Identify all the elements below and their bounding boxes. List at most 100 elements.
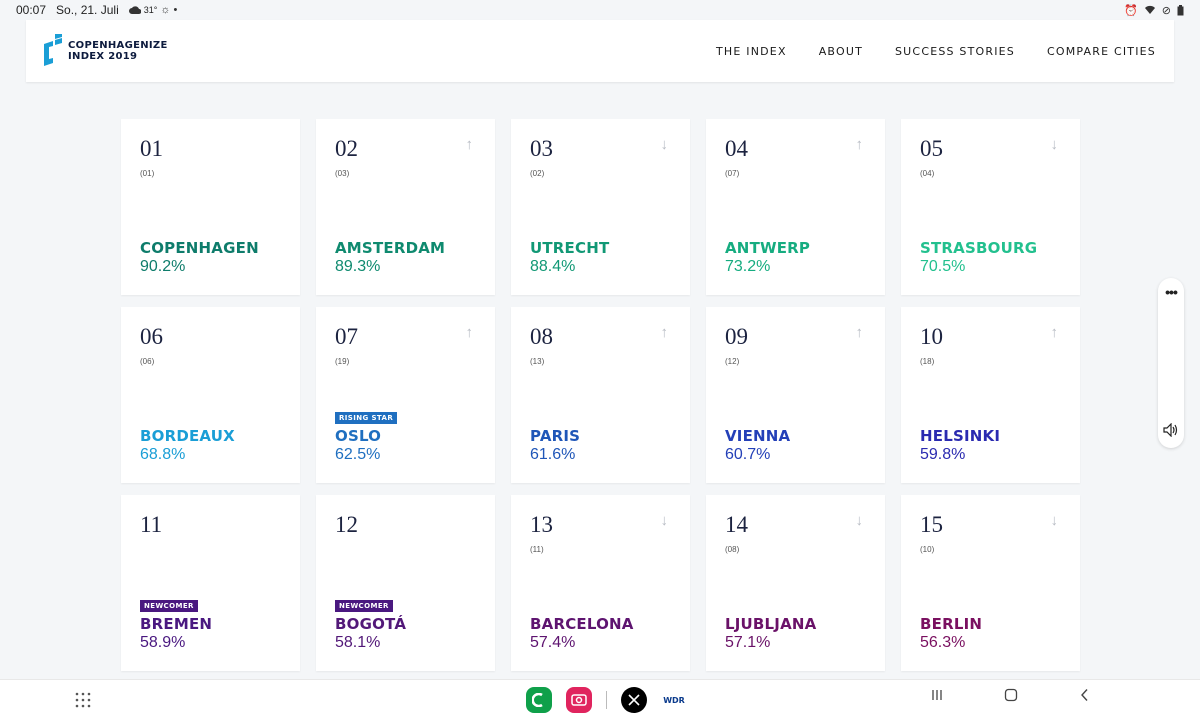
previous-rank: (12) [725,357,740,366]
rank-number: 10 [920,324,943,349]
cloud-icon [128,6,141,14]
city-card-paris[interactable]: 08 (13) ↑ PARIS 61.6% [511,307,690,483]
nav-about[interactable]: ABOUT [819,45,863,58]
status-date: So., 21. Juli [56,3,119,17]
city-card-amsterdam[interactable]: 02 (03) ↑ AMSTERDAM 89.3% [316,119,495,295]
notification-dot-icon: • [173,4,178,16]
city-card-bogotá[interactable]: 12 NEWCOMER BOGOTÁ 58.1% [316,495,495,671]
card-bottom: BARCELONA 57.4% [530,615,634,653]
city-name: OSLO [335,427,382,445]
rank-number: 14 [725,512,748,537]
city-score: 90.2% [140,258,186,275]
rank-down-arrow-icon: ↓ [1050,512,1059,529]
wdr-app-icon[interactable]: WDR [661,687,687,713]
city-name: STRASBOURG [920,239,1038,257]
no-sim-icon: ⊘ [1161,4,1171,17]
city-card-ljubljana[interactable]: 14 (08) ↓ LJUBLJANA 57.1% [706,495,885,671]
battery-icon [1177,4,1184,15]
previous-rank: (13) [530,357,545,366]
rank-down-arrow-icon: ↓ [855,512,864,529]
card-bottom: RISING STAR OSLO 62.5% [335,407,398,465]
logo-line1: COPENHAGENIZE [68,40,168,51]
rank-down-arrow-icon: ↓ [1050,136,1059,153]
city-score: 58.9% [140,634,186,651]
city-card-oslo[interactable]: 07 (19) ↑ RISING STAR OSLO 62.5% [316,307,495,483]
city-card-copenhagen[interactable]: 01 (01) COPENHAGEN 90.2% [121,119,300,295]
city-name: BREMEN [140,615,213,633]
back-icon[interactable] [1078,688,1092,702]
city-name: COPENHAGEN [140,239,259,257]
rank-number: 06 [140,324,163,349]
weather-widget: 31° ☼ • [128,4,178,16]
card-bottom: NEWCOMER BOGOTÁ 58.1% [335,595,406,653]
rank-number: 12 [335,512,358,537]
city-card-berlin[interactable]: 15 (10) ↓ BERLIN 56.3% [901,495,1080,671]
recents-icon[interactable] [930,688,944,702]
previous-rank: (19) [335,357,350,366]
rank-number: 09 [725,324,748,349]
city-score: 68.8% [140,446,186,463]
sun-icon: ☼ [160,4,171,16]
home-icon[interactable] [1004,688,1018,702]
nav-compare-cities[interactable]: COMPARE CITIES [1047,45,1156,58]
more-icon[interactable]: ••• [1158,284,1184,300]
apps-grid-icon[interactable] [75,692,91,708]
previous-rank: (10) [920,545,935,554]
nav-success-stories[interactable]: SUCCESS STORIES [895,45,1015,58]
card-bottom: NEWCOMER BREMEN 58.9% [140,595,212,653]
badge-wrap: NEWCOMER [140,595,212,615]
city-card-utrecht[interactable]: 03 (02) ↓ UTRECHT 88.4% [511,119,690,295]
city-name: UTRECHT [530,239,610,257]
system-nav-buttons [930,688,1092,702]
camera-app-icon[interactable] [566,687,592,713]
logo-mark-icon [44,34,62,66]
card-bottom: ANTWERP 73.2% [725,239,810,277]
previous-rank: (06) [140,357,155,366]
wdr-label: WDR [663,695,685,705]
main-nav: THE INDEX ABOUT SUCCESS STORIES COMPARE … [716,45,1156,58]
card-bottom: BORDEAUX 68.8% [140,427,235,465]
logo[interactable]: COPENHAGENIZE INDEX 2019 [44,34,168,68]
previous-rank: (02) [530,169,545,178]
card-bottom: HELSINKI 59.8% [920,427,1000,465]
status-badge: RISING STAR [335,412,398,424]
city-name: PARIS [530,427,581,445]
city-card-helsinki[interactable]: 10 (18) ↑ HELSINKI 59.8% [901,307,1080,483]
city-score: 60.7% [725,446,771,463]
city-score: 73.2% [725,258,771,275]
city-card-barcelona[interactable]: 13 (11) ↓ BARCELONA 57.4% [511,495,690,671]
city-ranking-grid: 01 (01) COPENHAGEN 90.2% 02 (03) ↑ AMSTE… [121,119,1080,671]
card-bottom: UTRECHT 88.4% [530,239,609,277]
phone-app-icon[interactable] [526,687,552,713]
wifi-icon [1144,5,1155,15]
city-card-vienna[interactable]: 09 (12) ↑ VIENNA 60.7% [706,307,885,483]
volume-icon[interactable] [1158,422,1184,442]
city-card-bremen[interactable]: 11 NEWCOMER BREMEN 58.9% [121,495,300,671]
card-bottom: BERLIN 56.3% [920,615,982,653]
logo-text: COPENHAGENIZE INDEX 2019 [68,40,168,62]
city-name: HELSINKI [920,427,1001,445]
card-bottom: LJUBLJANA 57.1% [725,615,816,653]
status-temperature: 31° [143,5,158,15]
floating-side-panel[interactable]: ••• [1158,278,1184,448]
city-card-strasbourg[interactable]: 05 (04) ↓ STRASBOURG 70.5% [901,119,1080,295]
city-score: 62.5% [335,446,381,463]
rank-down-arrow-icon: ↓ [660,512,669,529]
system-navbar: WDR [0,679,1200,720]
city-card-antwerp[interactable]: 04 (07) ↑ ANTWERP 73.2% [706,119,885,295]
rank-up-arrow-icon: ↑ [855,136,864,153]
rank-number: 01 [140,136,163,161]
city-score: 56.3% [920,634,966,651]
city-name: LJUBLJANA [725,615,817,633]
nav-the-index[interactable]: THE INDEX [716,45,787,58]
previous-rank: (18) [920,357,935,366]
rank-up-arrow-icon: ↑ [465,324,474,341]
city-card-bordeaux[interactable]: 06 (06) BORDEAUX 68.8% [121,307,300,483]
status-time: 00:07 [16,3,47,17]
app-dock: WDR [526,687,687,713]
rank-number: 13 [530,512,553,537]
x-app-icon[interactable] [621,687,647,713]
previous-rank: (03) [335,169,350,178]
city-name: AMSTERDAM [335,239,446,257]
city-name: VIENNA [725,427,791,445]
